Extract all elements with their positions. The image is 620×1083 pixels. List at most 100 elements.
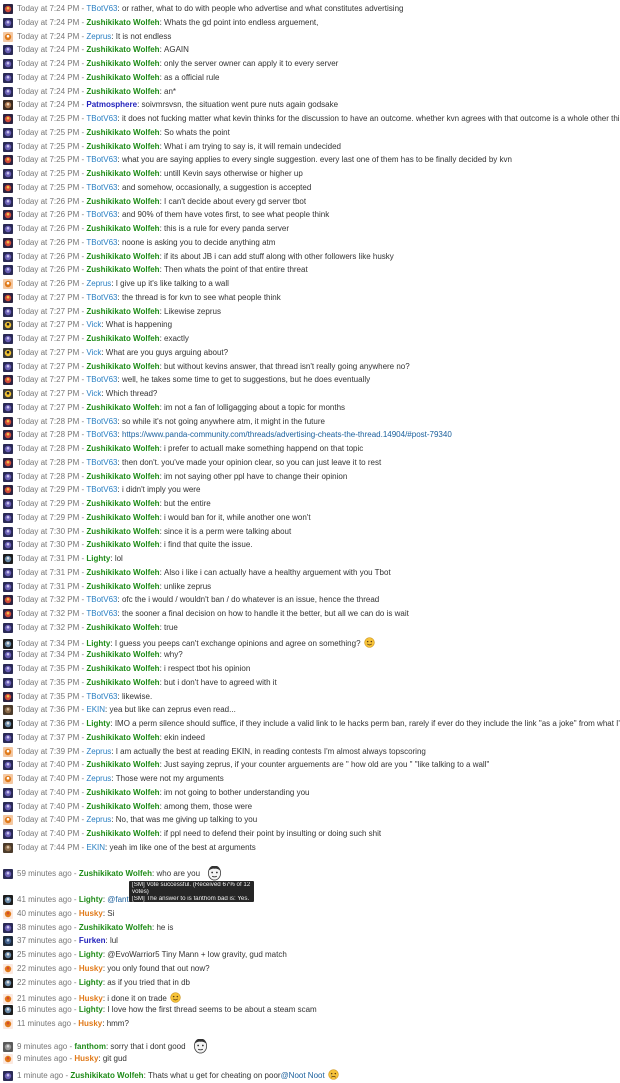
username-link[interactable]: TBotV63	[86, 595, 117, 605]
user-avatar[interactable]	[3, 922, 13, 933]
username-link[interactable]: Vick	[86, 389, 101, 399]
message-link[interactable]: https://www.panda-community.com/threads/…	[122, 430, 452, 440]
username-link[interactable]: Lighty	[79, 950, 103, 960]
user-avatar[interactable]	[3, 540, 13, 551]
username-link[interactable]: TBotV63	[86, 4, 117, 14]
user-avatar[interactable]	[3, 169, 13, 179]
user-avatar[interactable]	[3, 869, 13, 879]
user-avatar[interactable]	[3, 787, 13, 798]
username-link[interactable]: Husky	[79, 909, 103, 919]
username-link[interactable]: Zushikikato Wolfeh	[86, 224, 159, 234]
username-link[interactable]: Zushikikato Wolfeh	[86, 664, 159, 674]
username-link[interactable]: Zushikikato Wolfeh	[86, 18, 159, 28]
user-avatar[interactable]	[3, 1019, 13, 1030]
username-link[interactable]: TBotV63	[86, 375, 117, 385]
username-link[interactable]: Zushikikato Wolfeh	[86, 513, 159, 523]
user-avatar[interactable]	[3, 320, 13, 331]
username-link[interactable]: Vick	[86, 320, 101, 330]
user-avatar[interactable]	[3, 471, 13, 482]
user-avatar[interactable]	[3, 485, 13, 496]
user-avatar[interactable]	[3, 622, 13, 633]
user-avatar[interactable]	[3, 444, 13, 454]
user-avatar[interactable]	[3, 1054, 13, 1064]
username-link[interactable]: TBotV63	[86, 238, 117, 248]
username-link[interactable]: Zushikikato Wolfeh	[86, 87, 159, 97]
user-avatar[interactable]	[3, 430, 13, 441]
username-link[interactable]: EKIN	[86, 843, 105, 853]
username-link[interactable]: Zushikikato Wolfeh	[86, 362, 159, 372]
user-avatar[interactable]	[3, 4, 13, 14]
user-avatar[interactable]	[3, 705, 13, 716]
username-link[interactable]: Zushikikato Wolfeh	[86, 142, 159, 152]
username-link[interactable]: TBotV63	[86, 458, 117, 468]
username-link[interactable]: Zushikikato Wolfeh	[86, 678, 159, 688]
user-avatar[interactable]	[3, 86, 13, 97]
user-avatar[interactable]	[3, 760, 13, 771]
username-link[interactable]: Husky	[74, 1054, 98, 1064]
user-avatar[interactable]	[3, 719, 13, 729]
username-link[interactable]: Patmosphere	[86, 100, 137, 110]
user-avatar[interactable]	[3, 457, 13, 468]
user-avatar[interactable]	[3, 59, 13, 69]
user-avatar[interactable]	[3, 155, 13, 166]
user-avatar[interactable]	[3, 361, 13, 372]
username-link[interactable]: TBotV63	[86, 210, 117, 220]
username-link[interactable]: Zeprus	[86, 747, 111, 757]
user-avatar[interactable]	[3, 638, 13, 649]
user-avatar[interactable]	[3, 829, 13, 839]
user-avatar[interactable]	[3, 224, 13, 234]
username-link[interactable]: Zeprus	[86, 279, 111, 289]
user-avatar[interactable]	[3, 210, 13, 221]
user-avatar[interactable]	[3, 936, 13, 947]
user-avatar[interactable]	[3, 842, 13, 853]
username-link[interactable]: Zushikikato Wolfeh	[86, 582, 159, 592]
username-link[interactable]: TBotV63	[86, 417, 117, 427]
user-avatar[interactable]	[3, 774, 13, 784]
username-link[interactable]: Zushikikato Wolfeh	[86, 499, 159, 509]
username-link[interactable]: Zushikikato Wolfeh	[86, 252, 159, 262]
username-link[interactable]: Zushikikato Wolfeh	[86, 128, 159, 138]
user-avatar[interactable]	[3, 993, 13, 1004]
username-link[interactable]: Zushikikato Wolfeh	[86, 733, 159, 743]
user-avatar[interactable]	[3, 196, 13, 207]
user-avatar[interactable]	[3, 375, 13, 386]
user-avatar[interactable]	[3, 17, 13, 28]
user-avatar[interactable]	[3, 141, 13, 152]
user-avatar[interactable]	[3, 251, 13, 262]
user-avatar[interactable]	[3, 691, 13, 702]
username-link[interactable]: Zushikikato Wolfeh	[79, 923, 152, 933]
username-link[interactable]: TBotV63	[86, 155, 117, 165]
username-link[interactable]: Zushikikato Wolfeh	[86, 73, 159, 83]
username-link[interactable]: Zushikikato Wolfeh	[86, 829, 159, 839]
user-avatar[interactable]	[3, 1005, 13, 1016]
username-link[interactable]: TBotV63	[86, 430, 117, 440]
username-link[interactable]: Zushikikato Wolfeh	[86, 59, 159, 69]
user-avatar[interactable]	[3, 389, 13, 399]
username-link[interactable]: Zushikikato Wolfeh	[86, 45, 159, 55]
user-avatar[interactable]	[3, 100, 13, 111]
user-avatar[interactable]	[3, 677, 13, 688]
username-link[interactable]: Zushikikato Wolfeh	[86, 472, 159, 482]
username-link[interactable]: Zeprus	[86, 815, 111, 825]
username-link[interactable]: Zushikikato Wolfeh	[86, 197, 159, 207]
username-link[interactable]: Furken	[79, 936, 106, 946]
user-avatar[interactable]	[3, 581, 13, 592]
username-link[interactable]: TBotV63	[86, 485, 117, 495]
username-link[interactable]: Vick	[86, 348, 101, 358]
username-link[interactable]: Zeprus	[86, 774, 111, 784]
user-avatar[interactable]	[3, 964, 13, 974]
user-avatar[interactable]	[3, 1042, 13, 1052]
user-avatar[interactable]	[3, 732, 13, 743]
user-avatar[interactable]	[3, 499, 13, 509]
username-link[interactable]: TBotV63	[86, 692, 117, 702]
username-link[interactable]: Lighty	[86, 554, 110, 564]
user-avatar[interactable]	[3, 815, 13, 826]
user-avatar[interactable]	[3, 567, 13, 578]
user-avatar[interactable]	[3, 746, 13, 757]
user-avatar[interactable]	[3, 801, 13, 812]
user-avatar[interactable]	[3, 595, 13, 606]
username-link[interactable]: fanthom	[74, 1042, 106, 1052]
username-link[interactable]: Zushikikato Wolfeh	[86, 265, 159, 275]
username-link[interactable]: Zushikikato Wolfeh	[86, 788, 159, 798]
user-avatar[interactable]	[3, 908, 13, 919]
